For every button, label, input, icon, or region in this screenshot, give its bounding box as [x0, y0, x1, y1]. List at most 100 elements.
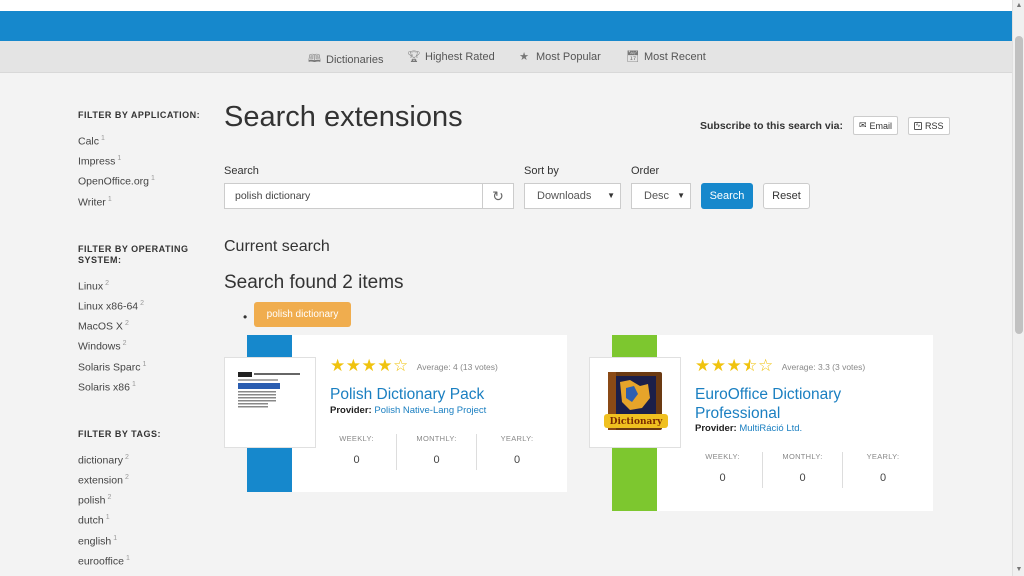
sort-select[interactable]: Downloads ▼ [524, 183, 621, 209]
filter-item-count: 2 [124, 320, 129, 328]
provider-link[interactable]: MultiRáció Ltd. [739, 423, 802, 434]
book-icon: 🕮︎ [308, 53, 321, 65]
stat-value: 0 [353, 454, 360, 466]
stat-value: 0 [513, 454, 521, 466]
filter-item[interactable]: OpenOffice.org 1 [78, 171, 208, 191]
nav-dictionaries-label: Dictionaries [326, 53, 384, 66]
eurooffice-dictionary-logo-icon: Dictionary [604, 372, 668, 430]
rating-average: Average: 3.3 (3 votes) [781, 361, 866, 372]
filter-item-label: Linux [78, 280, 104, 293]
search-label: Search [224, 165, 259, 177]
filter-item-label: Windows [78, 340, 121, 353]
filter-item-label: MacOS X [78, 320, 123, 333]
star-full-icon: ★ [726, 356, 742, 375]
scroll-down-icon[interactable]: ▼ [1013, 564, 1024, 576]
filter-item-count: 1 [117, 155, 122, 163]
nav-dictionaries[interactable]: 🕮︎ Dictionaries [308, 50, 383, 69]
filter-item-count: 2 [122, 340, 127, 348]
results-heading: Search found 2 items [224, 272, 404, 293]
nav-most-popular[interactable]: ★ Most Popular [518, 50, 601, 64]
nav-highest-rated[interactable]: 🏆︎ Highest Rated [407, 50, 495, 64]
order-select[interactable]: Desc ▼ [631, 183, 691, 209]
star-icon: ★ [519, 51, 529, 63]
search-button[interactable]: Search [701, 183, 753, 209]
download-stats: WEEKLY: 0 MONTHLY: 0 YEARLY: 0 [317, 434, 557, 470]
provider-line: Provider: MultiRáció Ltd. [695, 423, 802, 434]
stat-weekly: WEEKLY: 0 [683, 452, 763, 488]
filter-item-label: dictionary [78, 454, 123, 467]
filter-item[interactable]: dictionary 2 [78, 450, 208, 470]
filter-item-label: Solaris Sparc [78, 361, 141, 373]
extension-title-link[interactable]: Polish Dictionary Pack [330, 385, 560, 404]
nav-most-popular-label: Most Popular [536, 50, 601, 63]
filter-item[interactable]: english 1 [78, 531, 208, 551]
stat-yearly: YEARLY: 0 [477, 434, 557, 470]
nav-highest-rated-label: Highest Rated [425, 50, 495, 63]
sub-navigation: 🕮︎ Dictionaries 🏆︎ Highest Rated ★ Most … [0, 41, 1012, 73]
search-input[interactable]: polish dictionary [224, 183, 483, 209]
filter-item[interactable]: Windows 2 [78, 336, 208, 356]
filter-item[interactable]: Solaris Sparc 1 [78, 357, 208, 377]
star-full-icon: ★ [377, 356, 393, 375]
current-search-heading: Current search [224, 238, 330, 255]
extension-thumbnail[interactable] [224, 357, 316, 448]
extension-thumbnail[interactable]: Dictionary [589, 357, 681, 448]
filter-item-count: 2 [105, 279, 110, 287]
filter-application-list: Calc 1 Impress 1 OpenOffice.org 1 Writer 1 [78, 131, 208, 212]
calendar-icon: 📅︎ [626, 51, 640, 63]
page-scrollbar[interactable]: ▲ ▼ [1012, 0, 1024, 576]
site-header-bar [0, 11, 1012, 41]
star-full-icon: ★ [695, 356, 711, 375]
filter-item-count: 1 [113, 534, 118, 542]
filter-item-count: 1 [107, 195, 112, 203]
subscribe-email-button[interactable]: ✉ Email [852, 116, 899, 135]
provider-label: Provider: [695, 423, 737, 434]
subscribe-rss-button[interactable]: ∿ RSS [908, 116, 950, 135]
caret-down-icon: ▼ [677, 191, 685, 200]
stat-label: YEARLY: [866, 452, 900, 461]
stat-value: 0 [879, 472, 887, 484]
filter-item-count: 1 [105, 514, 110, 522]
filter-item[interactable]: polish 2 [78, 490, 208, 510]
filter-item-label: OpenOffice.org [78, 175, 150, 188]
filter-item-count: 1 [101, 135, 105, 142]
filter-item-count: 1 [131, 380, 136, 388]
filter-item[interactable]: Solaris x86 1 [78, 377, 208, 397]
extension-title-link[interactable]: EuroOffice Dictionary Professional [695, 385, 895, 423]
stat-label: WEEKLY: [339, 434, 374, 443]
filter-item-label: eurooffice [78, 555, 124, 568]
envelope-icon: ✉ [858, 120, 867, 130]
filter-item[interactable]: Impress 1 [78, 151, 208, 171]
filter-item-label: Linux x86-64 [78, 300, 139, 313]
filter-item-label: dutch [78, 514, 104, 527]
filter-item[interactable]: dutch 1 [78, 510, 208, 530]
filter-item-count: 1 [142, 360, 147, 368]
filter-sidebar: FILTER BY APPLICATION: Calc 1 Impress 1 Op… [78, 110, 208, 571]
download-stats: WEEKLY: 0 MONTHLY: 0 YEARLY: 0 [683, 452, 923, 488]
filter-item[interactable]: Calc 1 [78, 131, 208, 151]
star-empty-icon: ☆ [393, 356, 409, 375]
refresh-button[interactable]: ↻ [482, 183, 514, 209]
filter-item[interactable]: MacOS X2 [78, 316, 208, 336]
stat-weekly: WEEKLY: 0 [317, 434, 397, 470]
filter-application-title: FILTER BY APPLICATION: [78, 110, 201, 120]
filter-item[interactable]: Linux x86-64 2 [78, 296, 208, 316]
stat-value: 0 [799, 472, 806, 484]
filter-item-label: english [78, 535, 112, 548]
nav-most-recent[interactable]: 📅︎ Most Recent [626, 50, 706, 64]
filter-item[interactable]: extension 2 [78, 470, 208, 490]
filter-tags-title: FILTER BY TAGS: [78, 428, 161, 439]
filter-item-count: 2 [107, 494, 112, 502]
scroll-up-icon[interactable]: ▲ [1013, 0, 1024, 12]
scroll-thumb[interactable] [1015, 36, 1023, 334]
filter-item[interactable]: eurooffice 1 [78, 551, 208, 571]
filter-item[interactable]: Writer 1 [78, 192, 208, 212]
filter-item-count: 2 [140, 299, 145, 307]
svg-text:Dictionary: Dictionary [610, 417, 663, 427]
filter-item[interactable]: Linux 2 [78, 276, 208, 296]
rating-average: Average: 4 (13 votes) [416, 361, 498, 372]
provider-link[interactable]: Polish Native-Lang Project [374, 405, 486, 416]
reset-button[interactable]: Reset [763, 183, 810, 209]
active-search-tag[interactable]: polish dictionary [254, 302, 351, 327]
filter-os-title: FILTER BY OPERATING SYSTEM: [78, 243, 189, 265]
